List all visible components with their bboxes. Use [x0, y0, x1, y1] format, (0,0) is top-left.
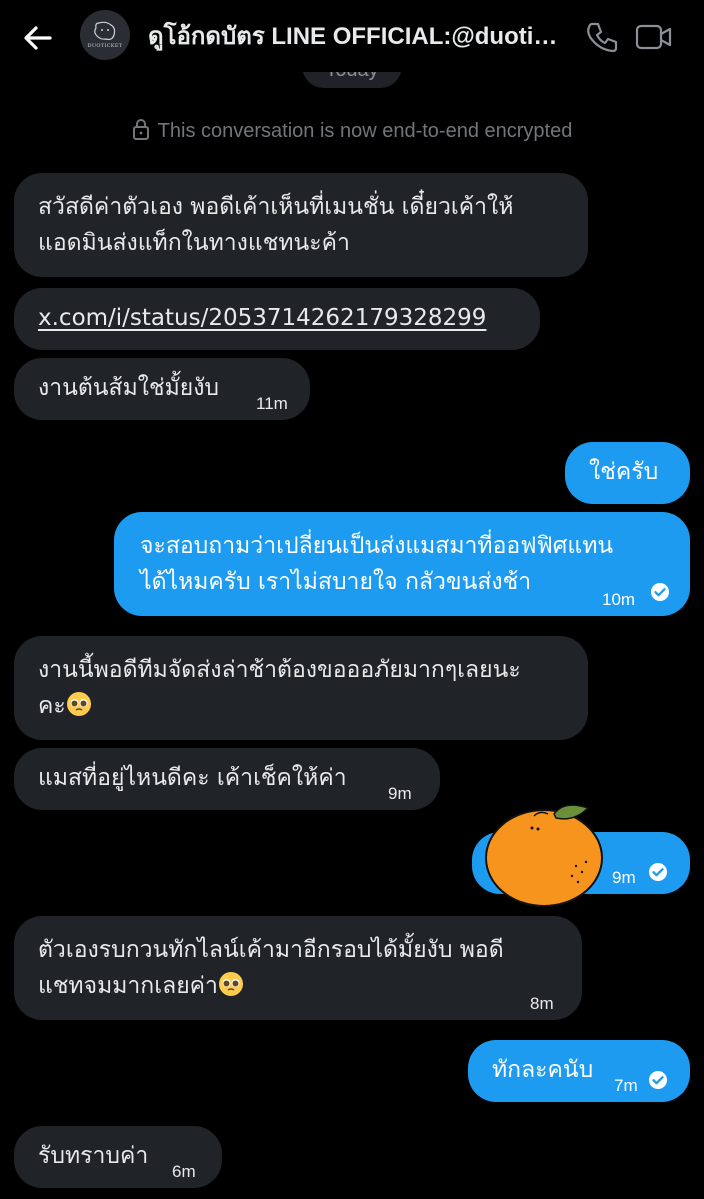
pleading-face-icon	[218, 972, 243, 996]
tangerine-sticker[interactable]	[482, 796, 612, 908]
read-check-icon	[651, 583, 669, 601]
video-call-icon[interactable]	[634, 18, 674, 56]
phone-icon[interactable]	[582, 18, 620, 56]
back-arrow-icon[interactable]	[20, 20, 56, 56]
message-bubble-received[interactable]: แมสที่อยู่ไหนดีคะ เค้าเช็คให้ค่า 9m	[14, 748, 440, 810]
message-timestamp: 10m	[602, 590, 636, 609]
message-bubble-sent[interactable]: จะสอบถามว่าเปลี่ยนเป็นส่งแมสมาที่ออฟฟิศแ…	[114, 512, 690, 616]
message-text: งานต้นส้มใช่มั้ยงับ	[38, 375, 220, 401]
message-timestamp: 8m	[530, 994, 554, 1013]
message-timestamp: 7m	[614, 1076, 638, 1095]
message-timestamp: 9m	[388, 784, 412, 803]
avatar-logo-text: DUOTICKET	[87, 43, 123, 49]
message-timestamp: 6m	[172, 1162, 196, 1181]
encryption-notice-text: This conversation is now end-to-end encr…	[157, 120, 573, 142]
message-bubble-received[interactable]: งานต้นส้มใช่มั้ยงับ 11m	[14, 358, 310, 420]
message-text: งานนี้พอดีทีมจัดส่งล่าช้าต้องขอออภัยมากๆ…	[38, 652, 564, 724]
message-text: สวัสดีค่าตัวเอง พอดีเค้าเห็นที่เมนชั่น เ…	[38, 194, 514, 256]
message-text-body: ตัวเองรบกวนทักไลน์เค้ามาอีกรอบได้มั้ยงับ…	[38, 937, 504, 999]
message-bubble-received[interactable]: รับทราบค่า 6m	[14, 1126, 222, 1188]
message-bubble-received[interactable]: งานนี้พอดีทีมจัดส่งล่าช้าต้องขอออภัยมากๆ…	[14, 636, 588, 740]
pleading-face-icon	[66, 692, 91, 716]
message-bubble-received[interactable]: ตัวเองรบกวนทักไลน์เค้ามาอีกรอบได้มั้ยงับ…	[14, 916, 582, 1020]
lock-icon	[132, 119, 149, 140]
avatar[interactable]: DUOTICKET	[80, 10, 130, 60]
chat-header: DUOTICKET ดูโอ้กดบัตร LINE OFFICIAL:@duo…	[0, 0, 704, 72]
read-check-icon	[649, 1071, 667, 1089]
message-text: จะสอบถามว่าเปลี่ยนเป็นส่งแมสมาที่ออฟฟิศแ…	[140, 533, 614, 595]
chat-title[interactable]: ดูโอ้กดบัตร LINE OFFICIAL:@duoticket	[148, 20, 558, 54]
message-bubble-sent[interactable]: ใช่ครับ	[565, 442, 690, 504]
message-bubble-received[interactable]: x.com/i/status/2053714262179328299	[14, 288, 540, 350]
message-text-body: งานนี้พอดีทีมจัดส่งล่าช้าต้องขอออภัยมากๆ…	[38, 657, 521, 719]
message-timestamp: 9m	[612, 868, 636, 887]
message-text: ใช่ครับ	[589, 459, 659, 485]
message-timestamp: 11m	[256, 394, 288, 413]
read-check-icon	[649, 863, 667, 881]
message-bubble-received[interactable]: สวัสดีค่าตัวเอง พอดีเค้าเห็นที่เมนชั่น เ…	[14, 173, 588, 277]
message-text: ทักละคนับ	[492, 1057, 594, 1083]
message-bubble-sent[interactable]: ทักละคนับ 7m	[468, 1040, 690, 1102]
message-text: ตัวเองรบกวนทักไลน์เค้ามาอีกรอบได้มั้ยงับ…	[38, 932, 558, 1004]
encryption-notice: This conversation is now end-to-end encr…	[0, 116, 704, 146]
message-text: แมสที่อยู่ไหนดีคะ เค้าเช็คให้ค่า	[38, 765, 347, 791]
status-link[interactable]: x.com/i/status/2053714262179328299	[38, 300, 516, 336]
